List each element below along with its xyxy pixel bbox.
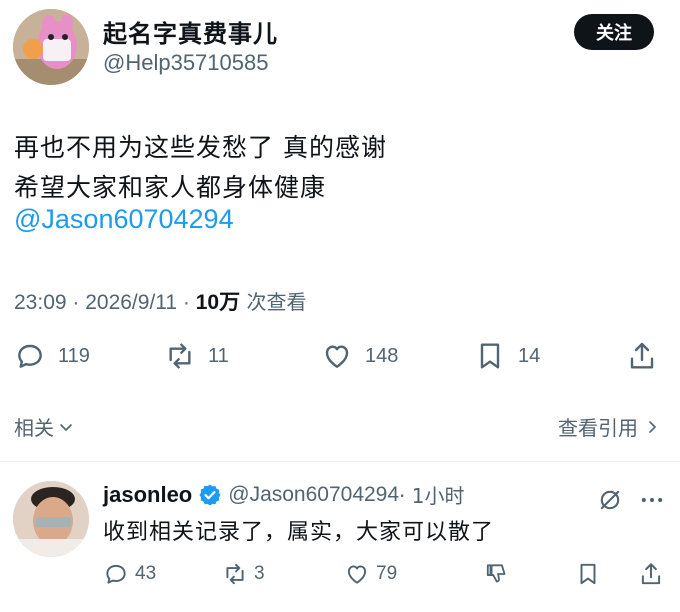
bookmark-icon [480,343,500,369]
more-button[interactable] [638,486,666,514]
share-icon [630,342,654,369]
retweet-button[interactable]: 11 [164,340,229,372]
like-count: 148 [365,344,399,367]
divider [0,461,680,462]
like-icon [325,345,349,368]
share-button[interactable] [626,340,670,372]
verified-icon [199,484,221,505]
reply-like-count: 79 [376,563,398,584]
like-button[interactable]: 148 [321,340,398,372]
reply-share-button[interactable] [638,561,670,587]
reply-reply-count: 43 [135,563,157,584]
reply-text: 收到相关记录了，属实，大家可以散了 [103,520,495,545]
reply-header: jasonleo @Jason60704294 · 1小时 [103,480,465,509]
avatar-image [13,9,89,85]
tweet-text-line-1: 再也不用为这些发愁了 真的感谢 [14,133,387,162]
author-avatar[interactable] [13,9,89,85]
reply-reply-button[interactable]: 43 [103,561,156,587]
reply-author-handle[interactable]: @Jason60704294 [228,483,399,507]
reply-time[interactable]: · 1小时 [399,480,464,509]
retweet-icon [169,343,191,369]
related-label: 相关 [14,416,54,440]
reply-bookmark-button[interactable] [575,561,607,587]
reply-author-name[interactable]: jasonleo [103,482,192,508]
tweet-meta: 23:09 · 2026/9/11 · 10万 次查看 [14,286,306,316]
view-quotes-label: 查看引用 [558,416,638,440]
mention-link[interactable]: @Jason60704294 [14,204,234,235]
chevron-down-icon [60,423,72,431]
grok-button[interactable] [596,486,624,514]
avatar-image [13,481,89,557]
like-icon [347,565,367,584]
views-count: 10万 [195,291,241,314]
related-toggle[interactable]: 相关 [14,412,74,441]
reply-avatar[interactable] [13,481,89,557]
retweet-count: 11 [208,344,229,367]
reply-retweet-button[interactable]: 3 [222,561,265,587]
reply-dislike-button[interactable] [484,561,516,587]
follow-button[interactable]: 关注 [574,14,654,50]
views-label: 次查看 [240,290,307,314]
reply-retweet-count: 3 [254,563,265,584]
bookmark-button[interactable]: 14 [474,340,540,372]
author-handle[interactable]: @Help35710585 [103,50,268,76]
retweet-icon [226,563,244,585]
reply-count: 119 [58,344,90,367]
view-quotes-link[interactable]: 查看引用 [558,412,660,441]
dislike-icon [486,564,506,583]
author-name[interactable]: 起名字真费事儿 [103,14,278,49]
bookmark-count: 14 [518,344,541,367]
chevron-right-icon [649,420,656,433]
reply-button[interactable]: 119 [14,340,90,372]
share-icon [641,563,661,585]
tweet-timestamp[interactable]: 23:09 · 2026/9/11 · [14,291,196,314]
reply-icon [18,344,42,368]
reply-icon [106,564,126,584]
more-icon [641,497,663,503]
bookmark-icon [580,563,596,585]
tweet-text-line-2: 希望大家和家人都身体健康 [14,173,327,202]
grok-icon [600,490,620,510]
reply-like-button[interactable]: 79 [344,561,397,587]
